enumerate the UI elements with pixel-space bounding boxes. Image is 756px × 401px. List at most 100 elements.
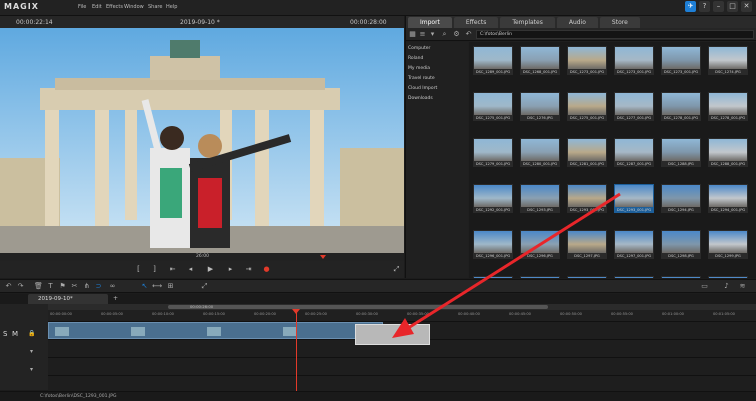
maximize-icon[interactable]: □ [727,1,738,12]
media-thumbnail[interactable]: DSC_1297.JPG [567,230,607,259]
media-thumbnail[interactable]: DSC_1276.JPG [520,92,560,121]
monitor-icon[interactable]: ▭ [700,282,709,291]
tab-templates[interactable]: Templates [500,17,555,28]
split-icon[interactable]: ⋔ [82,282,91,291]
pointer-icon[interactable]: ↖ [140,282,149,291]
media-thumbnail[interactable] [614,276,654,278]
tab-effects[interactable]: Effects [453,17,499,28]
cut-icon[interactable]: ✂ [70,282,79,291]
minimize-icon[interactable]: – [713,1,724,12]
zoom-tool-icon[interactable]: ⊞ [166,282,175,291]
track-2-icon[interactable]: ▾ [30,348,33,355]
media-thumbnail[interactable]: DSC_1281_001.JPG [567,138,607,167]
undo-icon[interactable]: ↶ [4,282,13,291]
menu-edit[interactable]: Edit [92,4,102,10]
delete-icon[interactable]: 🗑 [34,282,43,291]
media-thumbnail[interactable] [567,276,607,278]
media-thumbnail[interactable]: DSC_1273_001.JPG [567,46,607,75]
scrollbar-thumb[interactable] [168,305,548,309]
media-thumbnail[interactable]: DSC_1294.JPG [661,184,701,213]
help-icon[interactable]: ? [699,1,710,12]
record-icon[interactable]: ● [262,265,271,274]
folder-item[interactable]: Roland [408,56,423,61]
video-preview[interactable] [0,28,404,253]
media-thumbnail[interactable]: DSC_1298.JPG [661,230,701,259]
mark-in-icon[interactable]: [ [134,265,143,274]
media-thumbnail[interactable]: DSC_1275_001.JPG [473,92,513,121]
media-thumbnail[interactable]: DSC_1293_001.JPG [567,184,607,213]
solo-button[interactable]: S [3,330,7,338]
media-thumbnail[interactable]: DSC_1299.JPG [708,230,748,259]
view-options-icon[interactable]: ▾ [428,30,437,39]
tab-store[interactable]: Store [599,17,640,28]
gear-icon[interactable]: ⚙ [452,30,461,39]
media-thumbnail[interactable]: DSC_1274.JPG [708,46,748,75]
fullscreen-icon[interactable]: ⤢ [392,265,401,274]
media-thumbnail[interactable]: DSC_1297_001.JPG [614,230,654,259]
tab-audio[interactable]: Audio [556,17,598,28]
mark-out-icon[interactable]: ] [150,265,159,274]
link-icon[interactable]: ∞ [108,282,117,291]
play-icon[interactable]: ▶ [206,265,215,274]
tab-import[interactable]: Import [408,17,452,28]
menu-share[interactable]: Share [148,4,162,10]
fullscreen-timeline-icon[interactable]: ⤢ [200,282,209,291]
menu-help[interactable]: Help [166,4,177,10]
share-icon[interactable]: ✈ [685,1,696,12]
folder-item[interactable]: Cloud Import [408,86,437,91]
media-thumbnail[interactable]: DSC_1278_001.JPG [708,92,748,121]
mute-button[interactable]: M [12,330,18,338]
drag-preview-clip[interactable] [355,324,430,345]
search-icon[interactable]: ⌕ [440,30,449,39]
lock-icon[interactable]: 🔒 [28,330,35,337]
menu-effects[interactable]: Effects [106,4,123,10]
media-thumbnail[interactable] [661,276,701,278]
tab-project[interactable]: 2019-09-10* [28,294,108,304]
media-thumbnail[interactable]: DSC_1293.JPG [520,184,560,213]
redo-icon[interactable]: ↷ [16,282,25,291]
preview-timebar[interactable]: 26:00 [0,253,404,261]
path-field[interactable]: C:\fotos\Berlin [476,30,754,39]
back-icon[interactable]: ↶ [464,30,473,39]
track-3-icon[interactable]: ▾ [30,366,33,373]
media-thumbnail[interactable]: DSC_1278_001.JPG [661,92,701,121]
media-thumbnail[interactable] [708,276,748,278]
media-thumbnail[interactable]: DSC_1275_001.JPG [567,92,607,121]
step-forward-icon[interactable]: ▸ [226,265,235,274]
folder-item[interactable]: My media [408,66,430,71]
media-thumbnail[interactable] [473,276,513,278]
menu-window[interactable]: Window [124,4,144,10]
media-thumbnail[interactable]: DSC_1292_001.JPG [473,184,513,213]
media-thumbnail[interactable]: DSC_1280_001.JPG [520,138,560,167]
list-view-icon[interactable]: ≡ [418,30,427,39]
folder-item[interactable]: Travel route [408,76,435,81]
mixer-icon[interactable]: ≋ [738,282,747,291]
media-thumbnail[interactable]: DSC_1296_001.JPG [473,230,513,259]
media-thumbnail[interactable]: DSC_1273_001.JPG [661,46,701,75]
media-thumbnail[interactable]: DSC_1279_001.JPG [473,138,513,167]
media-thumbnail[interactable]: DSC_1289_001.JPG [473,46,513,75]
media-thumbnail[interactable]: DSC_1287_001.JPG [614,138,654,167]
add-tab-icon[interactable]: + [113,295,118,302]
volume-icon[interactable]: ♪ [722,282,731,291]
next-marker-icon[interactable]: ⇥ [244,265,253,274]
clip-strip[interactable] [48,322,383,339]
media-thumbnail[interactable]: DSC_1293_001.JPG [614,184,654,213]
grid-view-icon[interactable]: ▦ [408,30,417,39]
media-thumbnail[interactable]: DSC_1277_001.JPG [614,92,654,121]
timeline-ruler[interactable]: 00:00:00:00 00:00:05:00 00:00:10:00 00:00:1… [48,310,756,322]
media-thumbnail[interactable]: DSC_1294_001.JPG [708,184,748,213]
media-thumbnail[interactable]: DSC_1268_001.JPG [520,46,560,75]
menu-file[interactable]: File [78,4,86,10]
folder-item[interactable]: Computer [408,46,430,51]
media-thumbnail[interactable]: DSC_1273_001.JPG [614,46,654,75]
media-thumbnail[interactable]: DSC_1288.JPG [661,138,701,167]
media-thumbnail[interactable] [520,276,560,278]
close-icon[interactable]: ✕ [741,1,752,12]
magnet-icon[interactable]: ⊃ [94,282,103,291]
trim-icon[interactable]: ⟷ [152,282,162,291]
track-3[interactable] [48,358,756,376]
folder-item[interactable]: Downloads [408,96,433,101]
marker-icon[interactable]: ⚑ [58,282,67,291]
text-icon[interactable]: T [46,282,55,291]
